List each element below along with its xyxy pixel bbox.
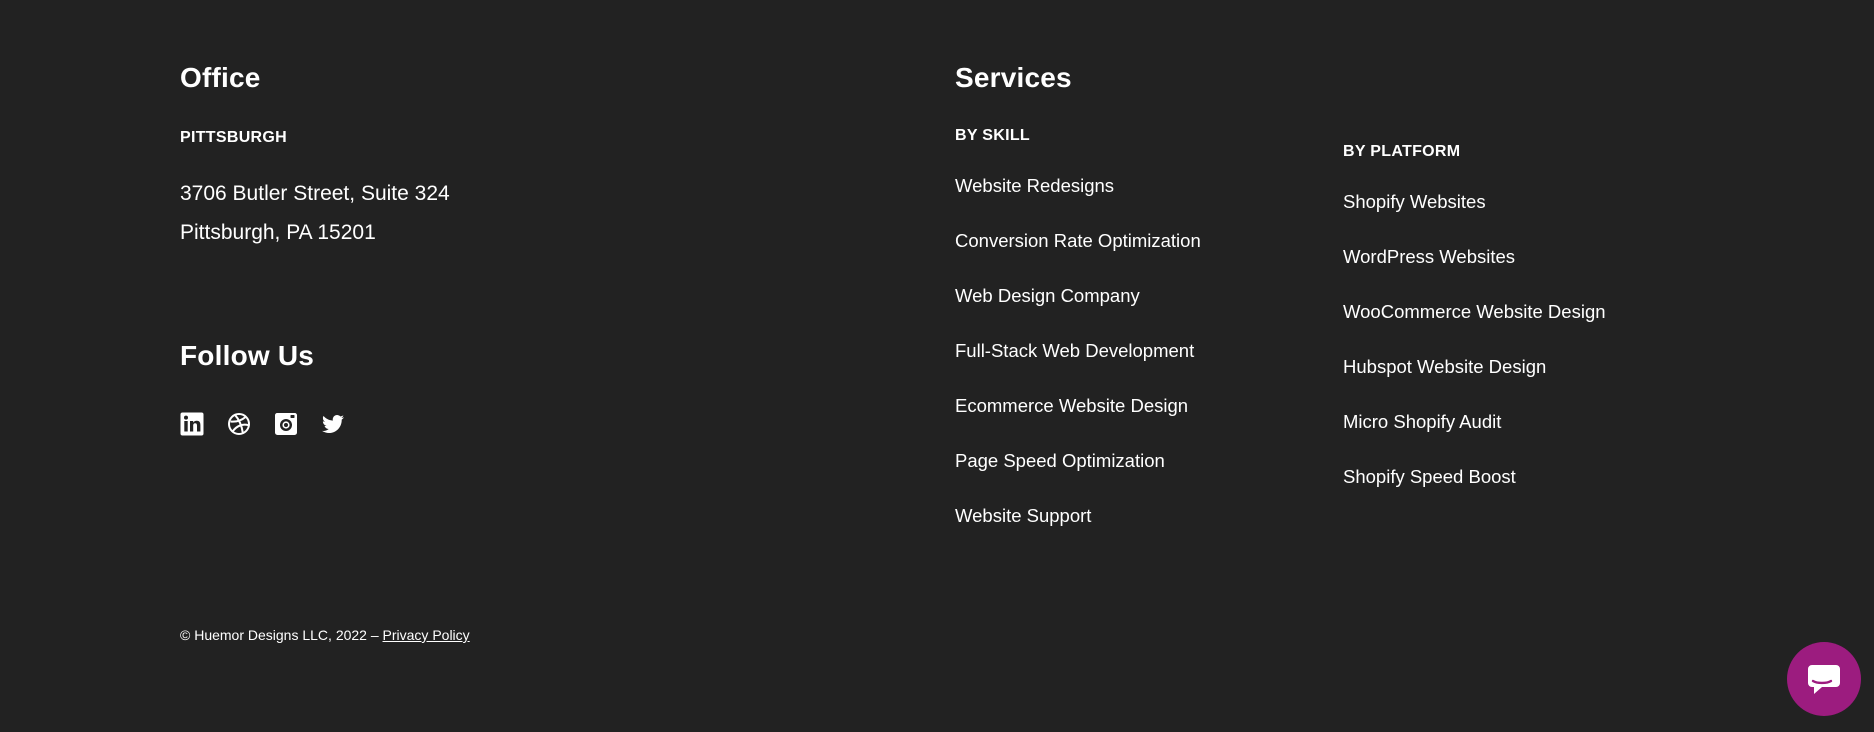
list-item: Web Design Company <box>955 284 1201 339</box>
list-item: Page Speed Optimization <box>955 449 1201 504</box>
copyright-text: © Huemor Designs LLC, 2022 – <box>180 627 379 643</box>
platform-link-hubspot-website-design[interactable]: Hubspot Website Design <box>1343 355 1546 379</box>
list-item: Shopify Websites <box>1343 190 1606 245</box>
by-platform-label: BY PLATFORM <box>1343 143 1461 160</box>
address-line-2: Pittsburgh, PA 15201 <box>180 221 376 244</box>
list-item: WordPress Websites <box>1343 245 1606 300</box>
list-item: WooCommerce Website Design <box>1343 300 1606 355</box>
by-skill-label: BY SKILL <box>955 127 1031 144</box>
follow-us-heading: Follow Us <box>180 340 315 371</box>
platform-link-wordpress-websites[interactable]: WordPress Websites <box>1343 245 1515 269</box>
twitter-icon[interactable] <box>321 412 345 436</box>
instagram-icon[interactable] <box>274 412 298 436</box>
service-link-ecommerce-website-design[interactable]: Ecommerce Website Design <box>955 394 1188 418</box>
service-link-web-design-company[interactable]: Web Design Company <box>955 284 1140 308</box>
copyright-line: © Huemor Designs LLC, 2022 – Privacy Pol… <box>180 626 470 644</box>
list-item: Micro Shopify Audit <box>1343 410 1606 465</box>
skill-links: Website Redesigns Conversion Rate Optimi… <box>955 174 1201 559</box>
address-line-1: 3706 Butler Street, Suite 324 <box>180 182 450 205</box>
list-item: Full-Stack Web Development <box>955 339 1201 394</box>
office-address: 3706 Butler Street, Suite 324 Pittsburgh… <box>180 174 450 252</box>
service-link-page-speed-optimization[interactable]: Page Speed Optimization <box>955 449 1165 473</box>
social-links <box>180 412 450 436</box>
list-item: Conversion Rate Optimization <box>955 229 1201 284</box>
chat-launcher-button[interactable] <box>1787 642 1861 716</box>
service-link-website-support[interactable]: Website Support <box>955 504 1091 528</box>
dribbble-icon[interactable] <box>227 412 251 436</box>
platform-links: Shopify Websites WordPress Websites WooC… <box>1343 190 1606 520</box>
list-item: Shopify Speed Boost <box>1343 465 1606 520</box>
platform-link-woocommerce-website-design[interactable]: WooCommerce Website Design <box>1343 300 1606 324</box>
services-heading: Services <box>955 62 1072 93</box>
linkedin-icon[interactable] <box>180 412 204 436</box>
service-link-full-stack-web-development[interactable]: Full-Stack Web Development <box>955 339 1194 363</box>
list-item: Website Support <box>955 504 1201 559</box>
privacy-policy-link[interactable]: Privacy Policy <box>383 627 470 643</box>
services-column: Services BY SKILL Website Redesigns Conv… <box>955 62 1201 559</box>
list-item: Website Redesigns <box>955 174 1201 229</box>
site-footer: Office PITTSBURGH 3706 Butler Street, Su… <box>0 0 1874 732</box>
office-column: Office PITTSBURGH 3706 Butler Street, Su… <box>180 62 450 436</box>
service-link-conversion-rate-optimization[interactable]: Conversion Rate Optimization <box>955 229 1201 253</box>
office-heading: Office <box>180 62 261 93</box>
platform-column: BY PLATFORM Shopify Websites WordPress W… <box>1343 142 1606 520</box>
office-city-label: PITTSBURGH <box>180 129 287 146</box>
platform-link-micro-shopify-audit[interactable]: Micro Shopify Audit <box>1343 410 1501 434</box>
list-item: Ecommerce Website Design <box>955 394 1201 449</box>
list-item: Hubspot Website Design <box>1343 355 1606 410</box>
service-link-website-redesigns[interactable]: Website Redesigns <box>955 174 1114 198</box>
platform-link-shopify-websites[interactable]: Shopify Websites <box>1343 190 1486 214</box>
platform-link-shopify-speed-boost[interactable]: Shopify Speed Boost <box>1343 465 1516 489</box>
chat-bubble-icon <box>1808 665 1840 694</box>
